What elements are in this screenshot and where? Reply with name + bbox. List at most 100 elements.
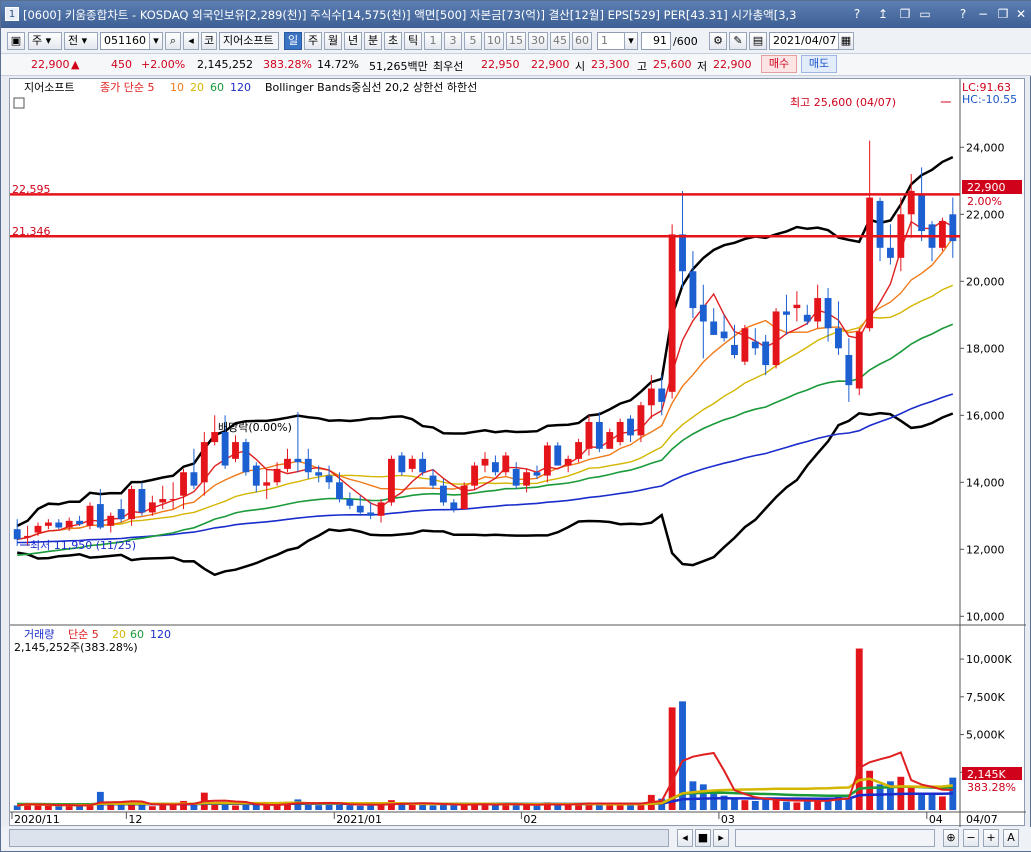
candle-body bbox=[554, 445, 562, 466]
date-input[interactable]: 2021/04/07 bbox=[769, 32, 839, 50]
candle-body bbox=[356, 505, 364, 513]
candle-body bbox=[595, 422, 603, 449]
unit-button[interactable]: 3 bbox=[444, 32, 462, 50]
unit-button[interactable]: 10 bbox=[484, 32, 504, 50]
unit-button[interactable]: 30 bbox=[528, 32, 548, 50]
minimize-icon[interactable]: − bbox=[975, 6, 991, 22]
volume-bar bbox=[107, 804, 115, 810]
volume-legend-ma-20: 20 bbox=[112, 628, 126, 641]
best-label: 최우선 bbox=[433, 60, 464, 73]
interval-tick[interactable]: 틱 bbox=[404, 32, 422, 50]
question-icon[interactable]: ? bbox=[955, 6, 971, 22]
scroll-left-icon[interactable]: ◂ bbox=[677, 829, 693, 847]
volume-legend-ma: 단순 5 bbox=[68, 628, 99, 641]
interval-second[interactable]: 초 bbox=[384, 32, 402, 50]
high-label: 고 bbox=[637, 60, 648, 73]
interval-month[interactable]: 월 bbox=[324, 32, 342, 50]
unit-count-select[interactable]: 1 bbox=[597, 32, 625, 50]
unit-button[interactable]: 15 bbox=[506, 32, 526, 50]
best-ask: 22,950 bbox=[481, 58, 520, 71]
interval-week[interactable]: 주 bbox=[304, 32, 322, 50]
scroll-right-icon[interactable]: ▸ bbox=[713, 829, 729, 847]
layout-icon[interactable]: ▣ bbox=[7, 32, 25, 50]
candle-body bbox=[699, 304, 707, 322]
sell-button[interactable]: 매도 bbox=[801, 55, 837, 73]
candle-body bbox=[637, 405, 645, 436]
period-select[interactable]: 주 ▾ bbox=[28, 32, 62, 50]
volume-value: 2,145,252 bbox=[197, 58, 253, 71]
price-tick-label: 20,000 bbox=[966, 275, 1005, 288]
volume-bar bbox=[450, 805, 458, 810]
price-type-select-value: 전 bbox=[68, 34, 79, 47]
bottom-bar: ◂ ■ ▸ ⊕ − + A bbox=[1, 827, 1031, 851]
close-icon[interactable]: ✕ bbox=[1013, 6, 1029, 22]
price-tag-pct: 2.00% bbox=[967, 195, 1002, 208]
code-dropdown-button[interactable]: ▾ bbox=[149, 32, 163, 50]
pin-icon[interactable]: ↥ bbox=[875, 6, 891, 22]
candle-body bbox=[346, 499, 354, 506]
volume-bar bbox=[866, 770, 874, 810]
zoom-slider[interactable] bbox=[735, 829, 935, 847]
candle-body bbox=[439, 485, 447, 503]
legend-ma-10: 10 bbox=[170, 81, 184, 94]
candle-body bbox=[367, 512, 375, 516]
font-size-icon[interactable]: A bbox=[1003, 829, 1019, 847]
candle-body bbox=[783, 311, 790, 315]
maximize-icon[interactable]: ❐ bbox=[995, 6, 1011, 22]
search-icon[interactable]: ⌕ bbox=[165, 32, 181, 50]
zoom-out-icon[interactable]: − bbox=[963, 829, 979, 847]
open-label: 시 bbox=[575, 60, 586, 73]
interval-year[interactable]: 년 bbox=[344, 32, 362, 50]
stock-code-input[interactable]: 051160 bbox=[100, 32, 150, 50]
unit-button[interactable]: 60 bbox=[572, 32, 592, 50]
current-price: 22,900 bbox=[31, 58, 70, 71]
candle-body bbox=[128, 489, 135, 520]
tile-icon[interactable]: ❐ bbox=[897, 6, 913, 22]
candle-body bbox=[180, 472, 187, 496]
candle-body bbox=[627, 418, 634, 436]
date-tick-label: 03 bbox=[721, 813, 735, 826]
interval-minute[interactable]: 분 bbox=[364, 32, 382, 50]
volume-tick-label: 7,500K bbox=[966, 691, 1005, 704]
up-arrow-icon: ▲ bbox=[71, 58, 80, 71]
grid-toggle-icon[interactable] bbox=[13, 97, 25, 109]
volume-value-text: 2,145,252주(383.28%) bbox=[14, 641, 138, 654]
sound-icon[interactable]: ◂ bbox=[183, 32, 199, 50]
horizontal-scrollbar[interactable] bbox=[9, 829, 669, 847]
moving-averages bbox=[17, 220, 954, 556]
unit-button[interactable]: 45 bbox=[550, 32, 570, 50]
chevron-down-icon[interactable]: ▾ bbox=[624, 32, 638, 50]
title-bar[interactable]: 1 [0600] 키움종합차트 - KOSDAQ 외국인보유[2,289(천)]… bbox=[1, 1, 1031, 28]
candle-body bbox=[221, 432, 229, 466]
trade-amount: 51,265백만 bbox=[369, 60, 428, 73]
candle-body bbox=[429, 475, 437, 486]
help-icon[interactable]: ? bbox=[849, 6, 865, 22]
zoom-in-icon[interactable]: ⊕ bbox=[943, 829, 959, 847]
save-icon[interactable]: ▤ bbox=[749, 32, 767, 50]
price-type-select[interactable]: 전 ▾ bbox=[64, 32, 98, 50]
candle-body bbox=[190, 472, 198, 486]
buy-button[interactable]: 매수 bbox=[761, 55, 797, 73]
candle-body bbox=[585, 422, 593, 449]
settings-icon[interactable]: ⚙ bbox=[709, 32, 727, 50]
add-icon[interactable]: + bbox=[983, 829, 999, 847]
bollinger-lower bbox=[16, 411, 954, 577]
unit-button[interactable]: 5 bbox=[464, 32, 482, 50]
interval-day[interactable]: 일 bbox=[284, 32, 302, 50]
candle-body bbox=[647, 388, 655, 406]
market-tag[interactable]: 코 bbox=[201, 32, 217, 50]
chart-area[interactable]: 지어소프트 종가 단순 5 10 20 60 120 Bollinger Ban… bbox=[9, 78, 1026, 827]
price-chart[interactable]: 지어소프트 종가 단순 5 10 20 60 120 Bollinger Ban… bbox=[10, 79, 1026, 827]
volume-tick-label: 10,000K bbox=[966, 653, 1012, 666]
calendar-icon[interactable]: ▦ bbox=[838, 32, 854, 50]
chart-window: 1 [0600] 키움종합차트 - KOSDAQ 외국인보유[2,289(천)]… bbox=[0, 0, 1031, 852]
draw-icon[interactable]: ✎ bbox=[729, 32, 747, 50]
stop-icon[interactable]: ■ bbox=[695, 829, 711, 847]
app-icon[interactable]: 1 bbox=[5, 7, 19, 21]
volume-bars bbox=[13, 648, 957, 810]
screen-icon[interactable]: ▭ bbox=[917, 6, 933, 22]
volume-bar bbox=[159, 805, 167, 810]
candle-body bbox=[44, 522, 52, 526]
bar-count-input[interactable]: 91 bbox=[641, 32, 671, 50]
unit-button[interactable]: 1 bbox=[424, 32, 442, 50]
